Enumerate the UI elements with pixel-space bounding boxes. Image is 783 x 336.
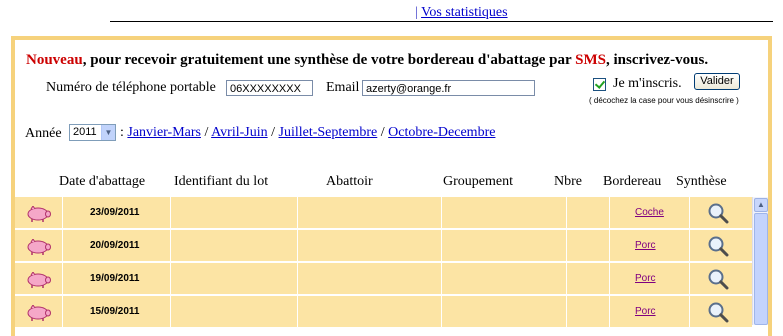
header-date: Date d'abattage [59,174,146,189]
header-groupement: Groupement [443,174,513,189]
year-label: Année [25,126,62,141]
header-abattoir: Abattoir [326,174,373,189]
period-sep: / [380,125,385,140]
bordereau-link[interactable]: Porc [635,296,656,327]
magnifier-icon[interactable] [707,268,729,290]
pig-icon [27,206,51,222]
header-bordereau: Bordereau [603,174,662,189]
period-links: : Janvier-Mars / Avril-Juin / Juillet-Se… [120,125,495,141]
row-date: 19/09/2011 [90,273,140,284]
phone-label: Numéro de téléphone portable [46,80,216,95]
chevron-down-icon[interactable]: ▼ [101,125,115,140]
year-select[interactable]: 2011 ▼ [69,124,116,141]
table-scrollbar[interactable]: ▲ [752,197,768,325]
subscribe-checkbox[interactable] [593,78,606,91]
magnifier-icon[interactable] [707,202,729,224]
header-lot-id: Identifiant du lot [174,174,269,189]
promo-text-2: , inscrivez-vous. [606,52,709,68]
year-value: 2011 [73,126,97,138]
bordereau-link[interactable]: Porc [635,263,656,294]
email-label: Email [326,80,360,95]
top-links: | Vos statistiques [415,5,508,21]
email-input[interactable]: azerty@orange.fr [362,80,535,96]
period-link-q2[interactable]: Avril-Juin [211,125,268,140]
table-row: 15/09/2011 Porc [15,296,752,327]
subscribe-label: Je m'inscris. [613,76,682,91]
validate-button[interactable]: Valider [694,73,740,90]
magnifier-icon[interactable] [707,235,729,257]
scrollbar-thumb[interactable] [754,213,768,325]
bordereau-link[interactable]: Porc [635,230,656,261]
period-sep: / [204,125,209,140]
promo-text-1: , pour recevoir gratuitement une synthès… [82,52,576,68]
promo-sms: SMS [575,52,606,68]
stats-link[interactable]: Vos statistiques [421,5,507,20]
promo-nouveau: Nouveau [26,52,83,68]
header-nbre: Nbre [554,174,582,189]
pig-icon [27,272,51,288]
table-row: 19/09/2011 Porc [15,263,752,294]
phone-input[interactable]: 06XXXXXXXX [226,80,313,96]
period-link-q4[interactable]: Octobre-Decembre [388,125,495,140]
table-row: 20/09/2011 Porc [15,230,752,261]
table-row: 23/09/2011 Coche [15,197,752,228]
unsubscribe-hint: ( décochez la case pour vous désinscrire… [589,96,739,105]
row-date: 23/09/2011 [90,207,140,218]
promo-banner: Nouveau, pour recevoir gratuitement une … [26,52,708,69]
period-link-q1[interactable]: Janvier-Mars [127,125,201,140]
pig-icon [27,305,51,321]
row-date: 15/09/2011 [90,306,140,317]
period-colon: : [120,125,124,140]
bordereau-link[interactable]: Coche [635,197,664,228]
header-synthese: Synthèse [676,174,727,189]
row-date: 20/09/2011 [90,240,140,251]
magnifier-icon[interactable] [707,301,729,323]
pig-icon [27,239,51,255]
period-sep: / [271,125,276,140]
top-separator: | [415,5,418,20]
top-divider-line [110,21,773,22]
period-link-q3[interactable]: Juillet-Septembre [279,125,378,140]
scroll-up-arrow-icon[interactable]: ▲ [754,198,768,212]
